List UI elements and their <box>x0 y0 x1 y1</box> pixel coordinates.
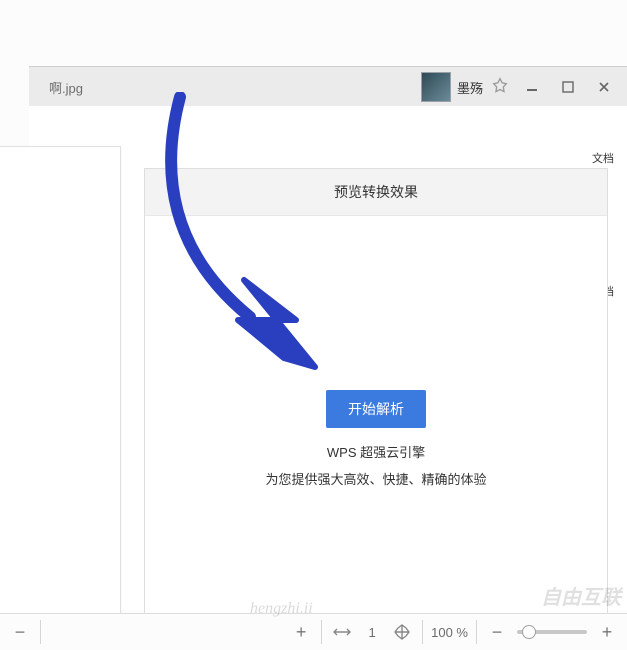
zoom-out-button[interactable]: − <box>485 620 509 644</box>
zoom-in-button[interactable]: + <box>595 620 619 644</box>
minimize-button[interactable] <box>517 74 547 100</box>
user-avatar[interactable] <box>421 72 451 102</box>
doc-line: 权衡利弊 <box>0 346 100 376</box>
username: 墨殇 <box>457 78 483 97</box>
zoom-value: 100 % <box>431 625 468 640</box>
titlebar-right: 墨殇 <box>421 72 627 102</box>
zoom-slider-thumb[interactable] <box>522 625 536 639</box>
zoom-in-left-button[interactable]: + <box>289 620 313 644</box>
crown-icon[interactable] <box>489 76 511 98</box>
status-bar: − + 1 100 % − <box>0 613 627 650</box>
preview-panel: 预览转换效果 开始解析 WPS 超强云引擎 为您提供强大高效、快捷、精确的体验 <box>144 168 608 650</box>
separator <box>40 620 41 644</box>
doc-line: 们一般不 <box>0 257 100 287</box>
start-parse-button[interactable]: 开始解析 <box>326 390 426 428</box>
window-titlebar: 啊.jpg 墨殇 <box>29 66 627 107</box>
fit-width-icon[interactable] <box>330 620 354 644</box>
preview-panel-title: 预览转换效果 <box>145 169 607 216</box>
doc-line: 欢是一群 <box>0 227 100 257</box>
zoom-out-left-button[interactable]: − <box>8 620 32 644</box>
close-button[interactable] <box>589 74 619 100</box>
engine-headline: WPS 超强云引擎 <box>327 442 425 461</box>
content-area: 同的个体， 和思想却 欢是一群 们一般不 人的时候， ，我们的 权衡利弊 文档 … <box>29 106 627 610</box>
fit-page-icon[interactable] <box>390 620 414 644</box>
doc-line: 和思想却 <box>0 197 100 227</box>
doc-line: 同的个体， <box>0 167 100 197</box>
left-document-page: 同的个体， 和思想却 欢是一群 们一般不 人的时候， ，我们的 权衡利弊 <box>0 146 121 648</box>
maximize-button[interactable] <box>553 74 583 100</box>
doc-line: 人的时候， <box>0 287 100 317</box>
document-title: 啊.jpg <box>49 78 83 97</box>
zoom-slider[interactable] <box>517 630 587 634</box>
preview-panel-body: 开始解析 WPS 超强云引擎 为您提供强大高效、快捷、精确的体验 <box>145 216 607 650</box>
engine-subline: 为您提供强大高效、快捷、精确的体验 <box>265 469 486 488</box>
doc-line: ，我们的 <box>0 316 100 346</box>
page-number: 1 <box>362 625 382 640</box>
